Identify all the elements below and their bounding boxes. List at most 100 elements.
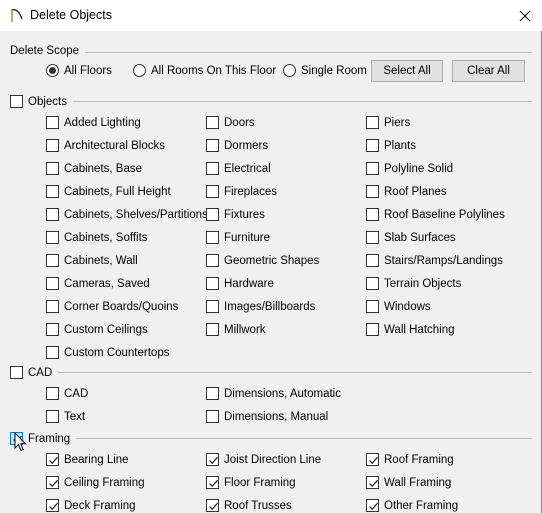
checkbox-item[interactable]: Cabinets, Wall (46, 254, 138, 267)
checkbox-box[interactable] (46, 254, 59, 267)
checkbox-box[interactable] (46, 323, 59, 336)
checkbox-box[interactable] (366, 300, 379, 313)
checkbox-box[interactable] (206, 410, 219, 423)
checkbox-item[interactable]: Cameras, Saved (46, 277, 150, 290)
checkbox-box[interactable] (206, 254, 219, 267)
checkbox-item[interactable]: Cabinets, Soffits (46, 231, 148, 244)
checkbox-box[interactable] (206, 323, 219, 336)
checkbox-item[interactable]: Custom Countertops (46, 346, 169, 359)
checkbox-item[interactable]: Plants (366, 139, 416, 152)
checkbox-item[interactable]: Roof Trusses (206, 499, 292, 512)
checkbox-item[interactable]: Ceiling Framing (46, 476, 145, 489)
checkbox-box[interactable] (46, 453, 59, 466)
checkbox-box[interactable] (206, 453, 219, 466)
checkbox-box[interactable] (366, 323, 379, 336)
checkbox-item[interactable]: Roof Framing (366, 453, 454, 466)
checkbox-item[interactable]: Bearing Line (46, 453, 129, 466)
checkbox-item[interactable]: Other Framing (366, 499, 458, 512)
checkbox-box[interactable] (46, 346, 59, 359)
checkbox-box[interactable] (366, 185, 379, 198)
checkbox-box[interactable] (46, 300, 59, 313)
checkbox-item[interactable]: Electrical (206, 162, 271, 175)
checkbox-box[interactable] (206, 208, 219, 221)
checkbox-box[interactable] (366, 116, 379, 129)
checkbox-box[interactable] (46, 277, 59, 290)
checkbox-item[interactable]: Floor Framing (206, 476, 296, 489)
checkbox-item[interactable]: Added Lighting (46, 116, 141, 129)
checkbox-box[interactable] (46, 410, 59, 423)
checkbox-box[interactable] (366, 254, 379, 267)
checkbox-item[interactable]: Furniture (206, 231, 270, 244)
checkbox-box[interactable] (206, 387, 219, 400)
checkbox-box[interactable] (206, 139, 219, 152)
checkbox-box[interactable] (366, 139, 379, 152)
checkbox-box[interactable] (10, 95, 23, 108)
checkbox-item[interactable]: Millwork (206, 323, 266, 336)
close-button[interactable] (510, 4, 540, 28)
checkbox-box[interactable] (46, 499, 59, 512)
checkbox-box[interactable] (366, 476, 379, 489)
checkbox-item[interactable]: Cabinets, Full Height (46, 185, 171, 198)
checkbox-item[interactable]: Custom Ceilings (46, 323, 148, 336)
checkbox-box[interactable] (366, 277, 379, 290)
checkbox-box[interactable] (366, 499, 379, 512)
checkbox-item[interactable]: Dormers (206, 139, 268, 152)
checkbox-item[interactable]: Roof Baseline Polylines (366, 208, 505, 221)
radio-indicator[interactable] (283, 64, 296, 77)
checkbox-box[interactable] (10, 366, 23, 379)
checkbox-box[interactable] (206, 162, 219, 175)
checkbox-item[interactable]: Images/Billboards (206, 300, 315, 313)
group-checkbox-framing[interactable]: Framing (10, 432, 77, 445)
checkbox-item[interactable]: Geometric Shapes (206, 254, 319, 267)
checkbox-item[interactable]: Fixtures (206, 208, 265, 221)
radio-all-rooms-on-floor[interactable]: All Rooms On This Floor (133, 64, 276, 77)
checkbox-item[interactable]: Dimensions, Automatic (206, 387, 341, 400)
checkbox-box[interactable] (206, 300, 219, 313)
checkbox-box[interactable] (366, 208, 379, 221)
checkbox-item[interactable]: Hardware (206, 277, 274, 290)
group-checkbox-objects[interactable]: Objects (10, 95, 73, 108)
checkbox-box[interactable] (366, 453, 379, 466)
checkbox-item[interactable]: Windows (366, 300, 431, 313)
checkbox-item[interactable]: Text (46, 410, 85, 423)
checkbox-item[interactable]: Wall Framing (366, 476, 451, 489)
checkbox-item[interactable]: CAD (46, 387, 88, 400)
radio-indicator[interactable] (133, 64, 146, 77)
checkbox-box[interactable] (46, 208, 59, 221)
checkbox-box[interactable] (366, 231, 379, 244)
checkbox-item[interactable]: Deck Framing (46, 499, 136, 512)
checkbox-item[interactable]: Architectural Blocks (46, 139, 165, 152)
checkbox-box[interactable] (46, 185, 59, 198)
checkbox-item[interactable]: Polyline Solid (366, 162, 453, 175)
checkbox-box[interactable] (10, 432, 23, 445)
checkbox-box[interactable] (46, 162, 59, 175)
radio-single-room[interactable]: Single Room (283, 64, 367, 77)
checkbox-item[interactable]: Stairs/Ramps/Landings (366, 254, 503, 267)
checkbox-item[interactable]: Cabinets, Shelves/Partitions (46, 208, 208, 221)
checkbox-box[interactable] (206, 476, 219, 489)
checkbox-box[interactable] (46, 116, 59, 129)
radio-all-floors[interactable]: All Floors (46, 64, 112, 77)
checkbox-item[interactable]: Joist Direction Line (206, 453, 321, 466)
select-all-button[interactable]: Select All (371, 60, 443, 82)
checkbox-item[interactable]: Wall Hatching (366, 323, 455, 336)
checkbox-item[interactable]: Doors (206, 116, 255, 129)
checkbox-item[interactable]: Roof Planes (366, 185, 447, 198)
checkbox-box[interactable] (206, 185, 219, 198)
checkbox-box[interactable] (46, 231, 59, 244)
checkbox-box[interactable] (206, 116, 219, 129)
checkbox-item[interactable]: Piers (366, 116, 410, 129)
checkbox-box[interactable] (46, 476, 59, 489)
checkbox-item[interactable]: Fireplaces (206, 185, 277, 198)
checkbox-item[interactable]: Corner Boards/Quoins (46, 300, 178, 313)
checkbox-box[interactable] (46, 387, 59, 400)
checkbox-item[interactable]: Slab Surfaces (366, 231, 456, 244)
checkbox-item[interactable]: Dimensions, Manual (206, 410, 328, 423)
checkbox-box[interactable] (206, 499, 219, 512)
group-checkbox-cad[interactable]: CAD (10, 366, 59, 379)
checkbox-box[interactable] (206, 277, 219, 290)
checkbox-box[interactable] (46, 139, 59, 152)
radio-indicator[interactable] (46, 64, 59, 77)
checkbox-item[interactable]: Terrain Objects (366, 277, 461, 290)
checkbox-item[interactable]: Cabinets, Base (46, 162, 142, 175)
